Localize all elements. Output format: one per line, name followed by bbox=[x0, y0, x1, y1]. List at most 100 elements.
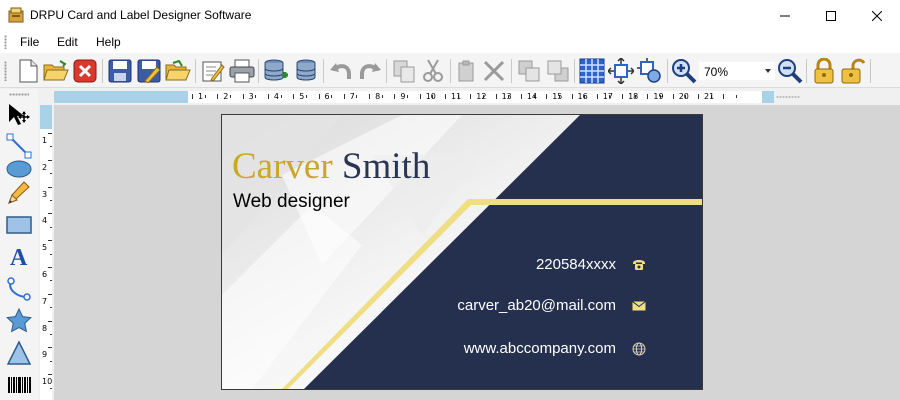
minimize-button[interactable] bbox=[762, 0, 808, 31]
ruler-tick bbox=[280, 95, 282, 98]
open-folder-icon[interactable] bbox=[42, 57, 70, 85]
database-add-icon[interactable] bbox=[262, 57, 290, 85]
zoom-out-icon[interactable] bbox=[776, 57, 804, 85]
bring-to-front-icon[interactable] bbox=[515, 57, 543, 85]
ruler-tick bbox=[242, 94, 244, 99]
ruler-tick bbox=[495, 94, 497, 99]
zoom-select[interactable]: 70% bbox=[698, 61, 776, 81]
ruler-tick bbox=[369, 94, 371, 99]
toolbar-separator bbox=[806, 59, 807, 83]
undo-icon[interactable] bbox=[327, 57, 355, 85]
card-full-name[interactable]: Carver Smith bbox=[232, 147, 430, 187]
ruler-tick bbox=[50, 360, 52, 362]
ruler-label: 15 bbox=[552, 92, 563, 101]
close-document-icon[interactable] bbox=[71, 57, 99, 85]
cut-icon[interactable] bbox=[419, 57, 447, 85]
zoom-value: 70% bbox=[704, 65, 729, 79]
ruler-tick bbox=[48, 320, 52, 322]
ruler-label: 16 bbox=[577, 92, 588, 101]
star-tool-icon[interactable] bbox=[5, 307, 33, 335]
ruler-label: 1 bbox=[198, 92, 204, 101]
close-button[interactable] bbox=[854, 0, 900, 31]
copy-icon[interactable] bbox=[390, 57, 418, 85]
lock-icon[interactable] bbox=[810, 57, 838, 85]
ruler-tick bbox=[305, 95, 307, 98]
text-tool-icon[interactable]: A bbox=[5, 242, 33, 270]
unlock-icon[interactable] bbox=[839, 57, 867, 85]
redo-icon[interactable] bbox=[356, 57, 384, 85]
tools-grip[interactable] bbox=[9, 93, 29, 96]
export-folder-icon[interactable] bbox=[164, 57, 192, 85]
menu-edit[interactable]: Edit bbox=[57, 35, 78, 49]
toolbar-separator bbox=[195, 59, 196, 83]
database-icon[interactable] bbox=[292, 57, 320, 85]
ruler-tick bbox=[596, 94, 598, 99]
ruler-tick bbox=[50, 387, 52, 389]
paste-icon[interactable] bbox=[453, 57, 481, 85]
ruler-tick bbox=[50, 280, 52, 282]
menu-file[interactable]: File bbox=[20, 35, 39, 49]
card-last-name: Smith bbox=[341, 146, 431, 187]
ruler-tick bbox=[647, 94, 649, 99]
ruler-tick bbox=[48, 293, 52, 295]
card-email[interactable]: carver_ab20@mail.com bbox=[457, 297, 616, 314]
ruler-tick bbox=[571, 94, 573, 99]
ruler-label: 10 bbox=[42, 377, 53, 387]
menu-help[interactable]: Help bbox=[96, 35, 121, 49]
fit-to-page-icon[interactable] bbox=[607, 57, 635, 85]
ruler-label: 4 bbox=[42, 216, 48, 226]
app-logo-icon bbox=[8, 7, 24, 23]
maximize-button[interactable] bbox=[808, 0, 854, 31]
ruler-label: 10 bbox=[425, 92, 436, 101]
card-phone[interactable]: 220584xxxx bbox=[536, 256, 616, 273]
rectangle-tool-icon[interactable] bbox=[5, 211, 33, 239]
ruler-tick bbox=[50, 307, 52, 309]
ruler-label: 2 bbox=[42, 162, 48, 172]
toolbar-separator bbox=[323, 59, 324, 83]
ruler-tick bbox=[520, 94, 522, 99]
pencil-tool-icon[interactable] bbox=[5, 179, 33, 207]
barcode-tool-icon[interactable] bbox=[5, 371, 33, 399]
mail-icon bbox=[632, 299, 646, 313]
menu-grip[interactable] bbox=[4, 35, 7, 49]
phone-icon bbox=[632, 258, 646, 272]
print-icon[interactable] bbox=[228, 57, 256, 85]
save-as-icon[interactable] bbox=[135, 57, 163, 85]
business-card[interactable]: Carver Smith Web designer 220584xxxx car… bbox=[221, 114, 703, 390]
zoom-to-fit-icon[interactable] bbox=[636, 57, 664, 85]
ruler-tick bbox=[698, 94, 699, 99]
toolbar: 70% bbox=[0, 53, 900, 88]
edit-properties-icon[interactable] bbox=[199, 57, 227, 85]
send-to-back-icon[interactable] bbox=[544, 57, 572, 85]
save-icon[interactable] bbox=[106, 57, 134, 85]
curve-tool-icon[interactable] bbox=[5, 275, 33, 303]
zoom-in-icon[interactable] bbox=[670, 57, 698, 85]
card-job-title[interactable]: Web designer bbox=[233, 191, 350, 213]
horizontal-ruler-page: 1 2 3 4 5 6 7 8 9 10 11 12 13 14 15 16 17 18 19 20 21 bbox=[188, 91, 762, 103]
toolbar-separator bbox=[574, 59, 575, 83]
toolbar-separator bbox=[511, 59, 512, 83]
ruler-label: 9 bbox=[400, 92, 406, 101]
vertical-ruler: 1 2 3 4 5 6 7 8 9 10 bbox=[40, 105, 52, 400]
new-document-icon[interactable] bbox=[14, 57, 42, 85]
ruler-tick bbox=[50, 200, 52, 201]
card-first-name: Carver bbox=[232, 146, 333, 187]
ruler-tick bbox=[470, 94, 472, 99]
toolbar-grip[interactable] bbox=[4, 61, 7, 81]
ruler-label: 14 bbox=[526, 92, 538, 101]
delete-icon[interactable] bbox=[480, 57, 508, 85]
ruler-label: 11 bbox=[451, 92, 462, 101]
card-website[interactable]: www.abccompany.com bbox=[464, 340, 616, 357]
grid-icon[interactable] bbox=[578, 57, 606, 85]
chevron-down-icon[interactable] bbox=[765, 69, 771, 73]
select-move-icon[interactable] bbox=[5, 101, 33, 129]
ruler-label: 2 bbox=[223, 92, 229, 101]
triangle-tool-icon[interactable] bbox=[5, 339, 33, 367]
ruler-tick bbox=[546, 94, 548, 99]
ruler-tick bbox=[50, 253, 52, 255]
ruler-tick bbox=[48, 159, 52, 161]
ruler-label: 17 bbox=[602, 92, 613, 101]
vertical-ruler-page: 1 2 3 4 5 6 7 8 9 10 bbox=[40, 129, 52, 400]
ruler-grip bbox=[776, 96, 800, 98]
ruler-label: 12 bbox=[476, 92, 487, 101]
